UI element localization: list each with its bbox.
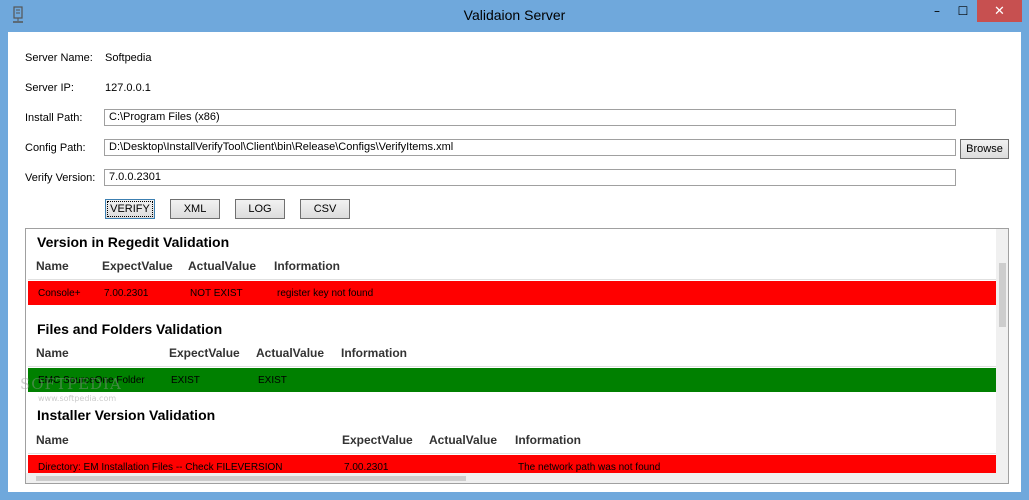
cell-name: Directory: EM Installation Files -- Chec… bbox=[38, 462, 283, 473]
install-path-field[interactable]: C:\Program Files (x86) bbox=[104, 109, 956, 126]
column-header-actual: ActualValue bbox=[188, 259, 257, 273]
table-row[interactable]: EMC SourceOne Folder EXIST EXIST bbox=[28, 368, 998, 392]
cell-actual: NOT EXIST bbox=[190, 288, 243, 299]
cell-expect: 7.00.2301 bbox=[344, 462, 389, 473]
minimize-button[interactable]: – bbox=[924, 0, 950, 22]
config-path-label: Config Path: bbox=[25, 142, 86, 154]
column-header-expect: ExpectValue bbox=[342, 433, 413, 447]
column-header-information: Information bbox=[341, 346, 407, 360]
table-row[interactable]: Console+ 7.00.2301 NOT EXIST register ke… bbox=[28, 281, 998, 305]
divider bbox=[28, 453, 998, 454]
column-header-expect: ExpectValue bbox=[102, 259, 173, 273]
column-header-actual: ActualValue bbox=[256, 346, 325, 360]
cell-information: The network path was not found bbox=[518, 462, 661, 473]
window-title: Validaion Server bbox=[463, 7, 566, 23]
divider bbox=[28, 279, 998, 280]
cell-information: register key not found bbox=[277, 288, 374, 299]
app-window: Validaion Server – ☐ ✕ Server Name: Soft… bbox=[0, 0, 1029, 500]
section-title: Version in Regedit Validation bbox=[37, 234, 230, 250]
column-header-name: Name bbox=[36, 259, 69, 273]
cell-name: Console+ bbox=[38, 288, 81, 299]
column-header-name: Name bbox=[36, 433, 69, 447]
watermark-url: www.softpedia.com bbox=[38, 394, 117, 403]
server-ip-label: Server IP: bbox=[25, 82, 74, 94]
results-panel[interactable]: Version in Regedit Validation Name Expec… bbox=[25, 228, 1009, 484]
maximize-button[interactable]: ☐ bbox=[950, 0, 976, 22]
verify-button[interactable]: VERIFY bbox=[105, 199, 155, 219]
config-path-field[interactable]: D:\Desktop\InstallVerifyTool\Client\bin\… bbox=[104, 139, 956, 156]
title-bar[interactable]: Validaion Server – ☐ ✕ bbox=[0, 0, 1029, 32]
server-ip-value: 127.0.0.1 bbox=[105, 82, 151, 94]
cell-expect: EXIST bbox=[171, 375, 200, 386]
vertical-scrollbar[interactable] bbox=[996, 229, 1008, 483]
column-header-actual: ActualValue bbox=[429, 433, 498, 447]
install-path-label: Install Path: bbox=[25, 112, 83, 124]
close-button[interactable]: ✕ bbox=[977, 0, 1022, 22]
cell-actual: EXIST bbox=[258, 375, 287, 386]
client-area: Server Name: Softpedia Server IP: 127.0.… bbox=[8, 32, 1021, 492]
csv-button[interactable]: CSV bbox=[300, 199, 350, 219]
verify-version-field[interactable]: 7.0.0.2301 bbox=[104, 169, 956, 186]
divider bbox=[28, 366, 998, 367]
server-name-label: Server Name: bbox=[25, 52, 93, 64]
log-button[interactable]: LOG bbox=[235, 199, 285, 219]
column-header-name: Name bbox=[36, 346, 69, 360]
cell-expect: 7.00.2301 bbox=[104, 288, 149, 299]
horizontal-scrollbar[interactable] bbox=[26, 473, 996, 483]
column-header-information: Information bbox=[274, 259, 340, 273]
section-title: Files and Folders Validation bbox=[37, 321, 223, 337]
column-header-information: Information bbox=[515, 433, 581, 447]
section-title: Installer Version Validation bbox=[37, 407, 216, 423]
column-header-expect: ExpectValue bbox=[169, 346, 240, 360]
horizontal-scroll-thumb[interactable] bbox=[36, 476, 466, 481]
verify-version-label: Verify Version: bbox=[25, 172, 96, 184]
watermark-logo: SOFTPEDIA bbox=[20, 375, 122, 393]
server-name-value: Softpedia bbox=[105, 52, 152, 64]
browse-button[interactable]: Browse bbox=[960, 139, 1009, 159]
vertical-scroll-thumb[interactable] bbox=[999, 263, 1006, 327]
xml-button[interactable]: XML bbox=[170, 199, 220, 219]
